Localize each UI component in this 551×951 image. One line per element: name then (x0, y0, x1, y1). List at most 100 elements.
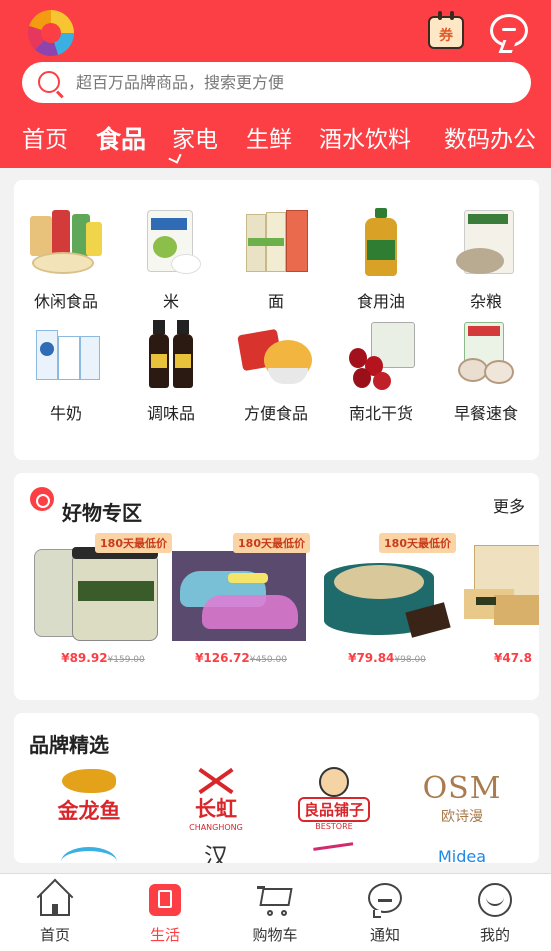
category-item[interactable]: 米 (119, 208, 223, 312)
category-label: 南北干货 (348, 404, 413, 423)
notification-icon (367, 882, 403, 918)
category-item[interactable]: 面 (224, 208, 328, 312)
brand-logo-partial[interactable] (274, 842, 394, 862)
category-label: 面 (267, 292, 284, 311)
product-card[interactable]: 180天最低价 ¥126.72¥450.00 (172, 533, 310, 666)
brand-logo-partial[interactable] (29, 847, 149, 863)
category-item[interactable]: 方便食品 (224, 320, 328, 424)
search-bar[interactable] (22, 62, 531, 103)
brand-name: 汉 (204, 843, 228, 863)
tabbar-label: 购物车 (252, 926, 298, 944)
swoosh-icon (61, 847, 117, 863)
grain-bag-icon (448, 208, 524, 280)
tabbar-life[interactable]: 生活 (120, 882, 210, 945)
product-old-price: ¥98.00 (394, 655, 426, 665)
coupon-icon[interactable]: 券 (428, 11, 464, 49)
tabbar-label: 首页 (39, 926, 70, 944)
product-image-seaweed (464, 533, 539, 641)
tabbar-notification[interactable]: 通知 (340, 882, 430, 945)
dried-dates-icon (343, 320, 419, 392)
brand-name: 良品铺子 (297, 797, 370, 822)
mascot-face-icon (319, 767, 349, 797)
lowest-price-badge: 180天最低价 (95, 533, 172, 553)
product-card[interactable]: ¥47.8 (464, 533, 539, 666)
rice-bag-icon (133, 208, 209, 280)
category-item[interactable]: 杂粮 (434, 208, 538, 312)
brand-logo-bestore[interactable]: 良品铺子 BESTORE (274, 767, 394, 831)
category-item[interactable]: 调味品 (119, 320, 223, 424)
fish-icon (62, 769, 116, 793)
deals-title: 好物专区 (62, 501, 142, 525)
category-item[interactable]: 休闲食品 (14, 208, 118, 312)
tab-appliances[interactable]: 家电 (172, 122, 218, 158)
brand-logo-changhong[interactable]: 长虹 CHANGHONG (156, 767, 276, 832)
bottom-tab-bar: 首页 生活 购物车 通知 我的 (0, 873, 551, 951)
timer-icon (30, 487, 54, 511)
script-logo-icon (313, 842, 355, 862)
more-link[interactable]: 更多 (493, 493, 525, 517)
tab-home[interactable]: 首页 (22, 122, 68, 158)
product-price: ¥79.84 (348, 651, 395, 665)
category-item[interactable]: 牛奶 (14, 320, 118, 424)
home-icon (36, 878, 74, 918)
app-logo-icon (28, 10, 74, 56)
brand-name: 长虹 (195, 797, 237, 821)
tabbar-profile[interactable]: 我的 (450, 882, 540, 945)
category-label: 休闲食品 (33, 292, 98, 311)
oil-bottle-icon (343, 208, 419, 280)
brand-logo-han[interactable]: 汉 (156, 837, 276, 863)
product-old-price: ¥159.00 (107, 655, 145, 665)
product-card[interactable]: 180天最低价 ¥79.84¥98.00 (318, 533, 456, 666)
category-item[interactable]: 食用油 (329, 208, 433, 312)
brands-section: 品牌精选 金龙鱼 长虹 CHANGHONG 良品铺子 BESTORE OSM 欧… (14, 713, 539, 863)
tab-fresh[interactable]: 生鲜 (246, 122, 292, 158)
changhong-emblem-icon (196, 767, 236, 795)
product-price: ¥47.8 (494, 651, 532, 665)
product-old-price: ¥450.00 (249, 655, 287, 665)
lowest-price-badge: 180天最低价 (233, 533, 310, 553)
search-icon (38, 71, 60, 93)
profile-icon (477, 882, 513, 918)
brand-logo-midea[interactable]: Midea (402, 847, 522, 863)
tabbar-label: 生活 (149, 926, 180, 944)
message-icon[interactable] (490, 14, 528, 47)
brand-logo-jinlongyu[interactable]: 金龙鱼 (29, 769, 149, 825)
breakfast-bun-icon (448, 320, 524, 392)
tab-digital-office[interactable]: 数码办公 (444, 122, 536, 158)
category-item[interactable]: 早餐速食 (434, 320, 538, 424)
tab-food[interactable]: 食品 (96, 122, 146, 158)
product-card[interactable]: 180天最低价 ¥89.92¥159.00 (34, 533, 172, 666)
category-item[interactable]: 南北干货 (329, 320, 433, 424)
category-label: 米 (162, 292, 179, 311)
brand-name: Midea (437, 847, 487, 863)
coupon-icon-text: 券 (439, 28, 453, 44)
instant-noodle-icon (237, 320, 314, 392)
brand-name: OSM (422, 771, 502, 806)
brand-name: 金龙鱼 (57, 799, 121, 823)
product-price: ¥126.72 (195, 651, 250, 665)
category-label: 食用油 (356, 292, 405, 311)
category-label: 杂粮 (469, 292, 502, 311)
brand-subname: BESTORE (315, 822, 353, 831)
category-label: 方便食品 (243, 404, 308, 423)
category-label: 调味品 (146, 404, 195, 423)
cart-icon (257, 882, 293, 918)
brand-subname: 欧诗漫 (441, 809, 483, 825)
milk-carton-icon (28, 320, 104, 392)
brands-title: 品牌精选 (29, 733, 109, 757)
lowest-price-badge: 180天最低价 (379, 533, 456, 553)
tabbar-label: 我的 (479, 926, 510, 944)
snack-pack-icon (28, 208, 104, 280)
life-icon (147, 882, 183, 918)
category-label: 早餐速食 (453, 404, 518, 423)
tab-drinks[interactable]: 酒水饮料 (319, 122, 411, 158)
sauce-bottle-icon (133, 320, 209, 392)
noodle-pack-icon (238, 208, 314, 280)
deals-section: 好物专区 更多 180天最低价 ¥89.92¥159.00 180天最低价 ¥1… (14, 473, 539, 700)
search-input[interactable] (76, 62, 516, 103)
tabbar-cart[interactable]: 购物车 (230, 882, 320, 945)
category-label: 牛奶 (49, 404, 82, 423)
tabbar-home[interactable]: 首页 (10, 878, 100, 945)
brand-logo-osm[interactable]: OSM 欧诗漫 (402, 771, 522, 826)
brand-subname: CHANGHONG (189, 823, 243, 832)
